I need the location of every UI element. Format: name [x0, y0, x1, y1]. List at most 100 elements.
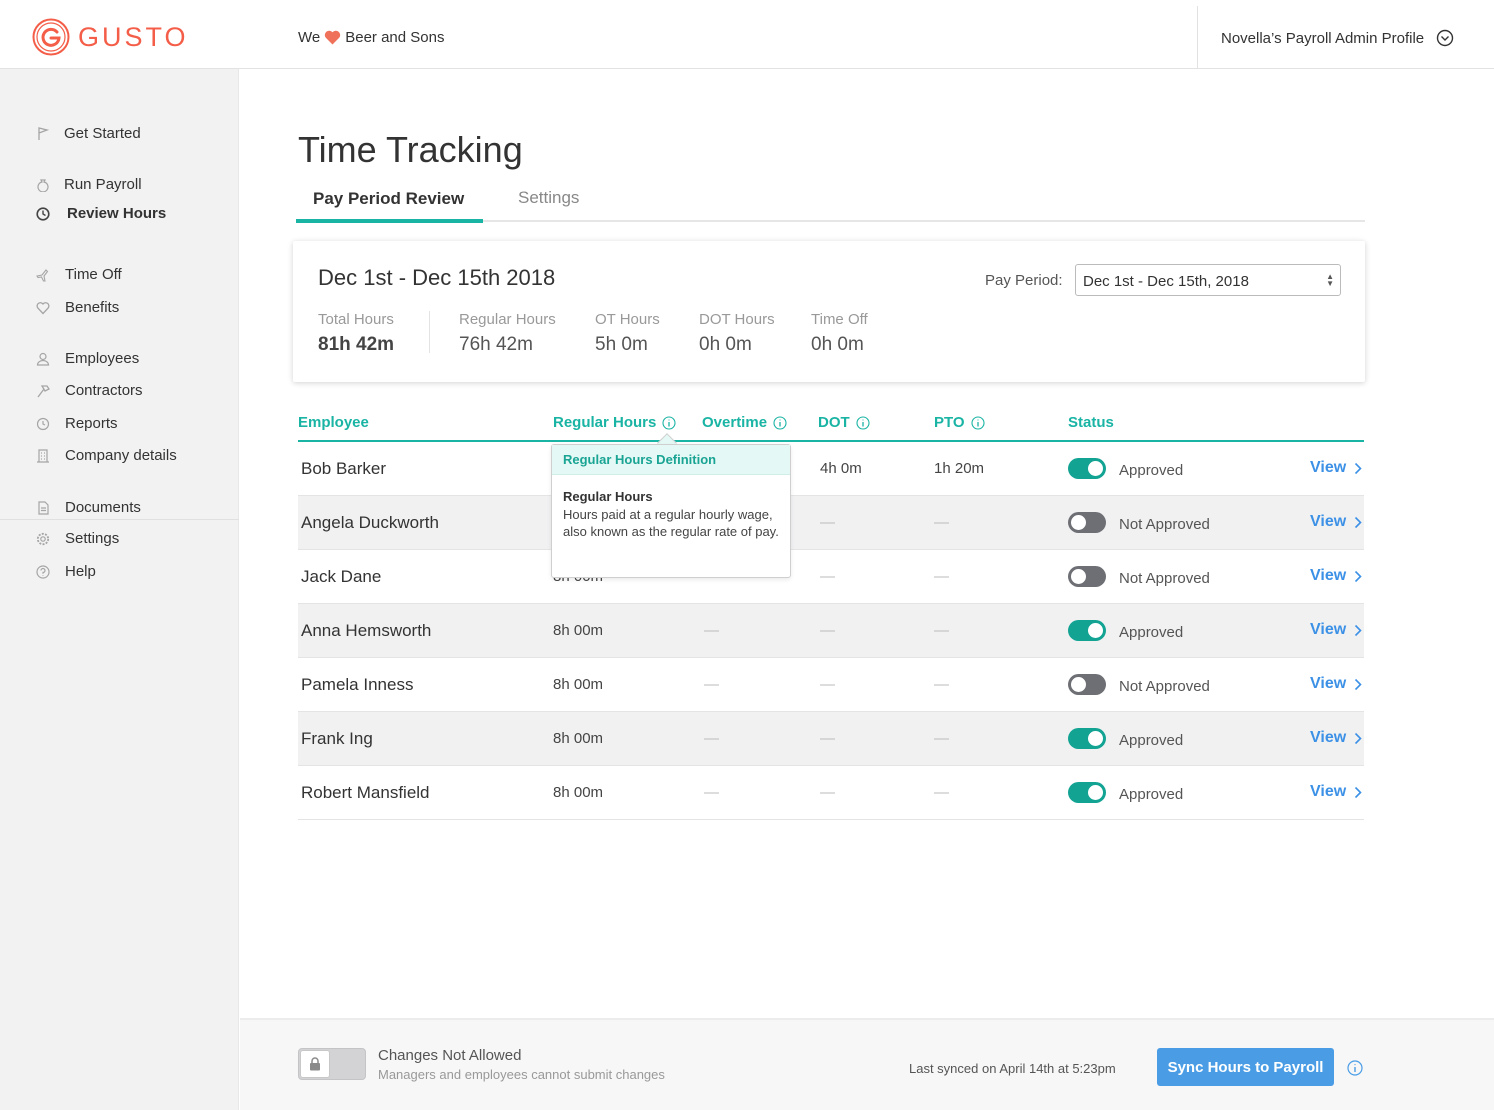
status-text: Approved — [1119, 624, 1184, 641]
approval-toggle[interactable] — [1068, 566, 1106, 587]
view-link[interactable]: View — [1310, 783, 1362, 801]
view-label: View — [1310, 459, 1347, 476]
pay-period-summary-card: Dec 1st - Dec 15th 2018 Pay Period: Dec … — [293, 241, 1365, 382]
info-icon[interactable] — [773, 415, 787, 430]
toggle-knob — [1071, 677, 1086, 692]
tooltip-term: Regular Hours — [563, 489, 653, 504]
sidebar-item-label: Contractors — [65, 382, 143, 399]
sidebar-item-help[interactable]: Help — [36, 563, 96, 580]
employee-name: Robert Mansfield — [301, 783, 430, 802]
sidebar-item-label: Review Hours — [67, 205, 167, 222]
view-link[interactable]: View — [1310, 567, 1362, 585]
clock-icon — [36, 206, 50, 221]
sidebar-item-documents[interactable]: Documents — [36, 499, 141, 516]
profile-menu[interactable]: Novella’s Payroll Admin Profile — [1221, 29, 1454, 47]
header-divider — [1197, 6, 1198, 68]
sidebar-item-label: Settings — [65, 530, 120, 547]
column-label: Regular Hours — [553, 414, 657, 431]
summary-title: Dec 1st - Dec 15th 2018 — [318, 265, 556, 290]
sidebar-item-contractors[interactable]: Contractors — [36, 382, 143, 399]
sidebar-item-label: Time Off — [65, 266, 122, 283]
employee-name: Bob Barker — [301, 459, 387, 478]
sidebar-item-label: Run Payroll — [64, 176, 142, 193]
changes-lock-toggle[interactable] — [298, 1048, 366, 1080]
approval-toggle[interactable] — [1068, 620, 1106, 641]
tab-pay-period-review[interactable]: Pay Period Review — [313, 189, 464, 209]
regular-hours-cell: 8h 00m — [553, 784, 604, 801]
sidebar-item-time-off[interactable]: Time Off — [36, 266, 122, 283]
info-icon[interactable] — [971, 415, 985, 430]
view-link[interactable]: View — [1310, 513, 1362, 531]
sidebar-item-company-details[interactable]: Company details — [36, 447, 177, 464]
column-pto[interactable]: PTO — [934, 414, 985, 431]
chevron-right-icon — [1355, 732, 1362, 744]
hammer-icon — [36, 384, 50, 398]
table-row: Frank Ing 8h 00m — — — Approved View — [298, 712, 1364, 766]
view-label: View — [1310, 729, 1347, 746]
column-label: PTO — [934, 414, 965, 431]
tooltip-title: Regular Hours Definition — [552, 445, 790, 475]
table-header: Employee Regular Hours Overtime DOT PTO … — [298, 400, 1364, 442]
building-icon — [36, 448, 50, 463]
pay-period-select[interactable]: Dec 1st - Dec 15th, 2018 ▲ ▼ — [1075, 264, 1341, 296]
stat-label: Regular Hours — [459, 311, 556, 328]
overtime-hours-cell: — — [704, 784, 719, 801]
hours-table: Employee Regular Hours Overtime DOT PTO … — [298, 400, 1364, 820]
sidebar-item-benefits[interactable]: Benefits — [36, 299, 119, 316]
chevron-down-icon[interactable] — [1436, 29, 1454, 47]
sidebar-item-label: Get Started — [64, 125, 141, 142]
pto-hours-cell: — — [934, 568, 949, 585]
stat-time-off: Time Off 0h 0m — [811, 311, 868, 356]
approval-toggle[interactable] — [1068, 512, 1106, 533]
toggle-knob — [1088, 731, 1103, 746]
view-link[interactable]: View — [1310, 621, 1362, 639]
info-icon[interactable] — [662, 415, 676, 430]
gusto-logo[interactable]: GUSTO — [32, 18, 189, 56]
column-regular-hours[interactable]: Regular Hours — [553, 414, 676, 431]
overtime-hours-cell: — — [704, 730, 719, 747]
pay-period-value: Dec 1st - Dec 15th, 2018 — [1083, 273, 1249, 290]
heart-icon — [36, 301, 50, 315]
table-row: Robert Mansfield 8h 00m — — — Approved View — [298, 766, 1364, 820]
sync-hours-button[interactable]: Sync Hours to Payroll — [1157, 1048, 1334, 1086]
column-overtime[interactable]: Overtime — [702, 414, 787, 431]
status-text: Approved — [1119, 786, 1184, 803]
view-label: View — [1310, 783, 1347, 800]
airplane-icon — [36, 268, 50, 282]
sidebar-item-settings[interactable]: Settings — [36, 530, 119, 547]
view-label: View — [1310, 675, 1347, 692]
dot-hours-cell: — — [820, 784, 835, 801]
logo-text: GUSTO — [78, 21, 189, 52]
sidebar-item-run-payroll[interactable]: Run Payroll — [36, 176, 142, 193]
dot-hours-cell: — — [820, 514, 835, 531]
pto-hours-cell: 1h 20m — [934, 460, 985, 477]
stat-total-hours: Total Hours 81h 42m — [318, 311, 394, 356]
approval-toggle[interactable] — [1068, 674, 1106, 695]
pto-hours-cell: — — [934, 514, 949, 531]
approval-toggle[interactable] — [1068, 782, 1106, 803]
column-status[interactable]: Status — [1068, 414, 1114, 431]
sidebar-item-get-started[interactable]: Get Started — [36, 125, 141, 142]
info-icon[interactable] — [1347, 1060, 1363, 1076]
sidebar-item-review-hours[interactable]: Review Hours — [36, 205, 166, 222]
table-row: Pamela Inness 8h 00m — — — Not Approved View — [298, 658, 1364, 712]
tab-settings[interactable]: Settings — [518, 188, 579, 208]
pto-hours-cell: — — [934, 730, 949, 747]
sidebar-item-reports[interactable]: Reports — [36, 415, 118, 432]
column-employee[interactable]: Employee — [298, 414, 369, 431]
sidebar-item-employees[interactable]: Employees — [36, 350, 139, 367]
chevron-right-icon — [1355, 570, 1362, 582]
info-icon[interactable] — [856, 415, 870, 430]
view-link[interactable]: View — [1310, 729, 1362, 747]
approval-toggle[interactable] — [1068, 458, 1106, 479]
view-link[interactable]: View — [1310, 459, 1362, 477]
view-link[interactable]: View — [1310, 675, 1362, 693]
approval-toggle[interactable] — [1068, 728, 1106, 749]
view-label: View — [1310, 513, 1347, 530]
table-row: Angela Duckworth — — Not Approved View — [298, 496, 1364, 550]
toggle-knob — [1088, 623, 1103, 638]
status-text: Not Approved — [1119, 678, 1210, 695]
column-dot[interactable]: DOT — [818, 414, 870, 431]
flag-icon — [36, 126, 50, 141]
sidebar-item-label: Help — [65, 563, 96, 580]
